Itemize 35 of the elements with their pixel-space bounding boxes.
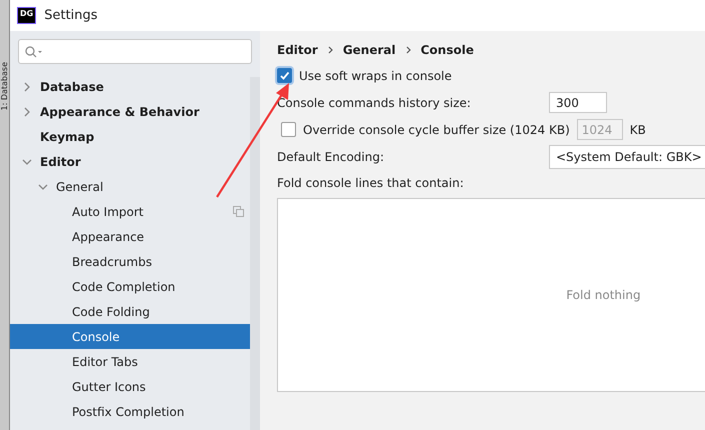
- tree-item[interactable]: Editor: [40, 154, 81, 168]
- tree-item[interactable]: Keymap: [40, 130, 94, 144]
- tree-item[interactable]: Editor Tabs: [72, 354, 138, 368]
- breadcrumb-item: Console: [420, 42, 474, 56]
- unit-label: KB: [630, 122, 646, 136]
- setting-label: Override console cycle buffer size (1024 KB): [303, 122, 570, 136]
- tree-item[interactable]: Code Completion: [72, 280, 176, 294]
- section-label: Fold console lines that contain:: [277, 176, 465, 192]
- tree-item[interactable]: Breadcrumbs: [72, 254, 152, 268]
- checkbox[interactable]: [277, 68, 292, 83]
- empty-list-text: Fold nothing: [566, 288, 641, 302]
- setting-label: Default Encoding:: [277, 150, 386, 164]
- setting-label: Console commands history size:: [277, 96, 472, 110]
- chevron-icon: [328, 46, 333, 54]
- setting-label: Use soft wraps in console: [299, 68, 452, 82]
- search-field[interactable]: [18, 39, 252, 64]
- chevron-icon: [406, 46, 411, 54]
- tree-item[interactable]: General: [56, 180, 104, 194]
- search-icon: [25, 46, 43, 58]
- breadcrumb-item: Editor: [277, 42, 318, 56]
- tree-item[interactable]: Gutter Icons: [72, 380, 146, 394]
- number-field[interactable]: 300: [549, 92, 607, 113]
- scrollbar[interactable]: [250, 77, 260, 430]
- tree-item[interactable]: Code Folding: [72, 304, 150, 318]
- tree-item[interactable]: Database: [40, 80, 104, 94]
- window-title: Settings: [44, 8, 98, 23]
- tree-item[interactable]: Postfix Completion: [72, 404, 184, 418]
- tree-item[interactable]: Console: [72, 330, 120, 344]
- encoding-dropdown[interactable]: <System Default: GBK>: [549, 144, 705, 168]
- breadcrumb-item: General: [342, 42, 396, 56]
- tree-item[interactable]: Auto Import: [72, 204, 144, 218]
- tree-item[interactable]: Appearance & Behavior: [40, 104, 200, 118]
- tool-window-tab[interactable]: 1: Database: [0, 62, 9, 110]
- app-logo: DG: [17, 7, 36, 24]
- tree-item[interactable]: Appearance: [72, 230, 144, 244]
